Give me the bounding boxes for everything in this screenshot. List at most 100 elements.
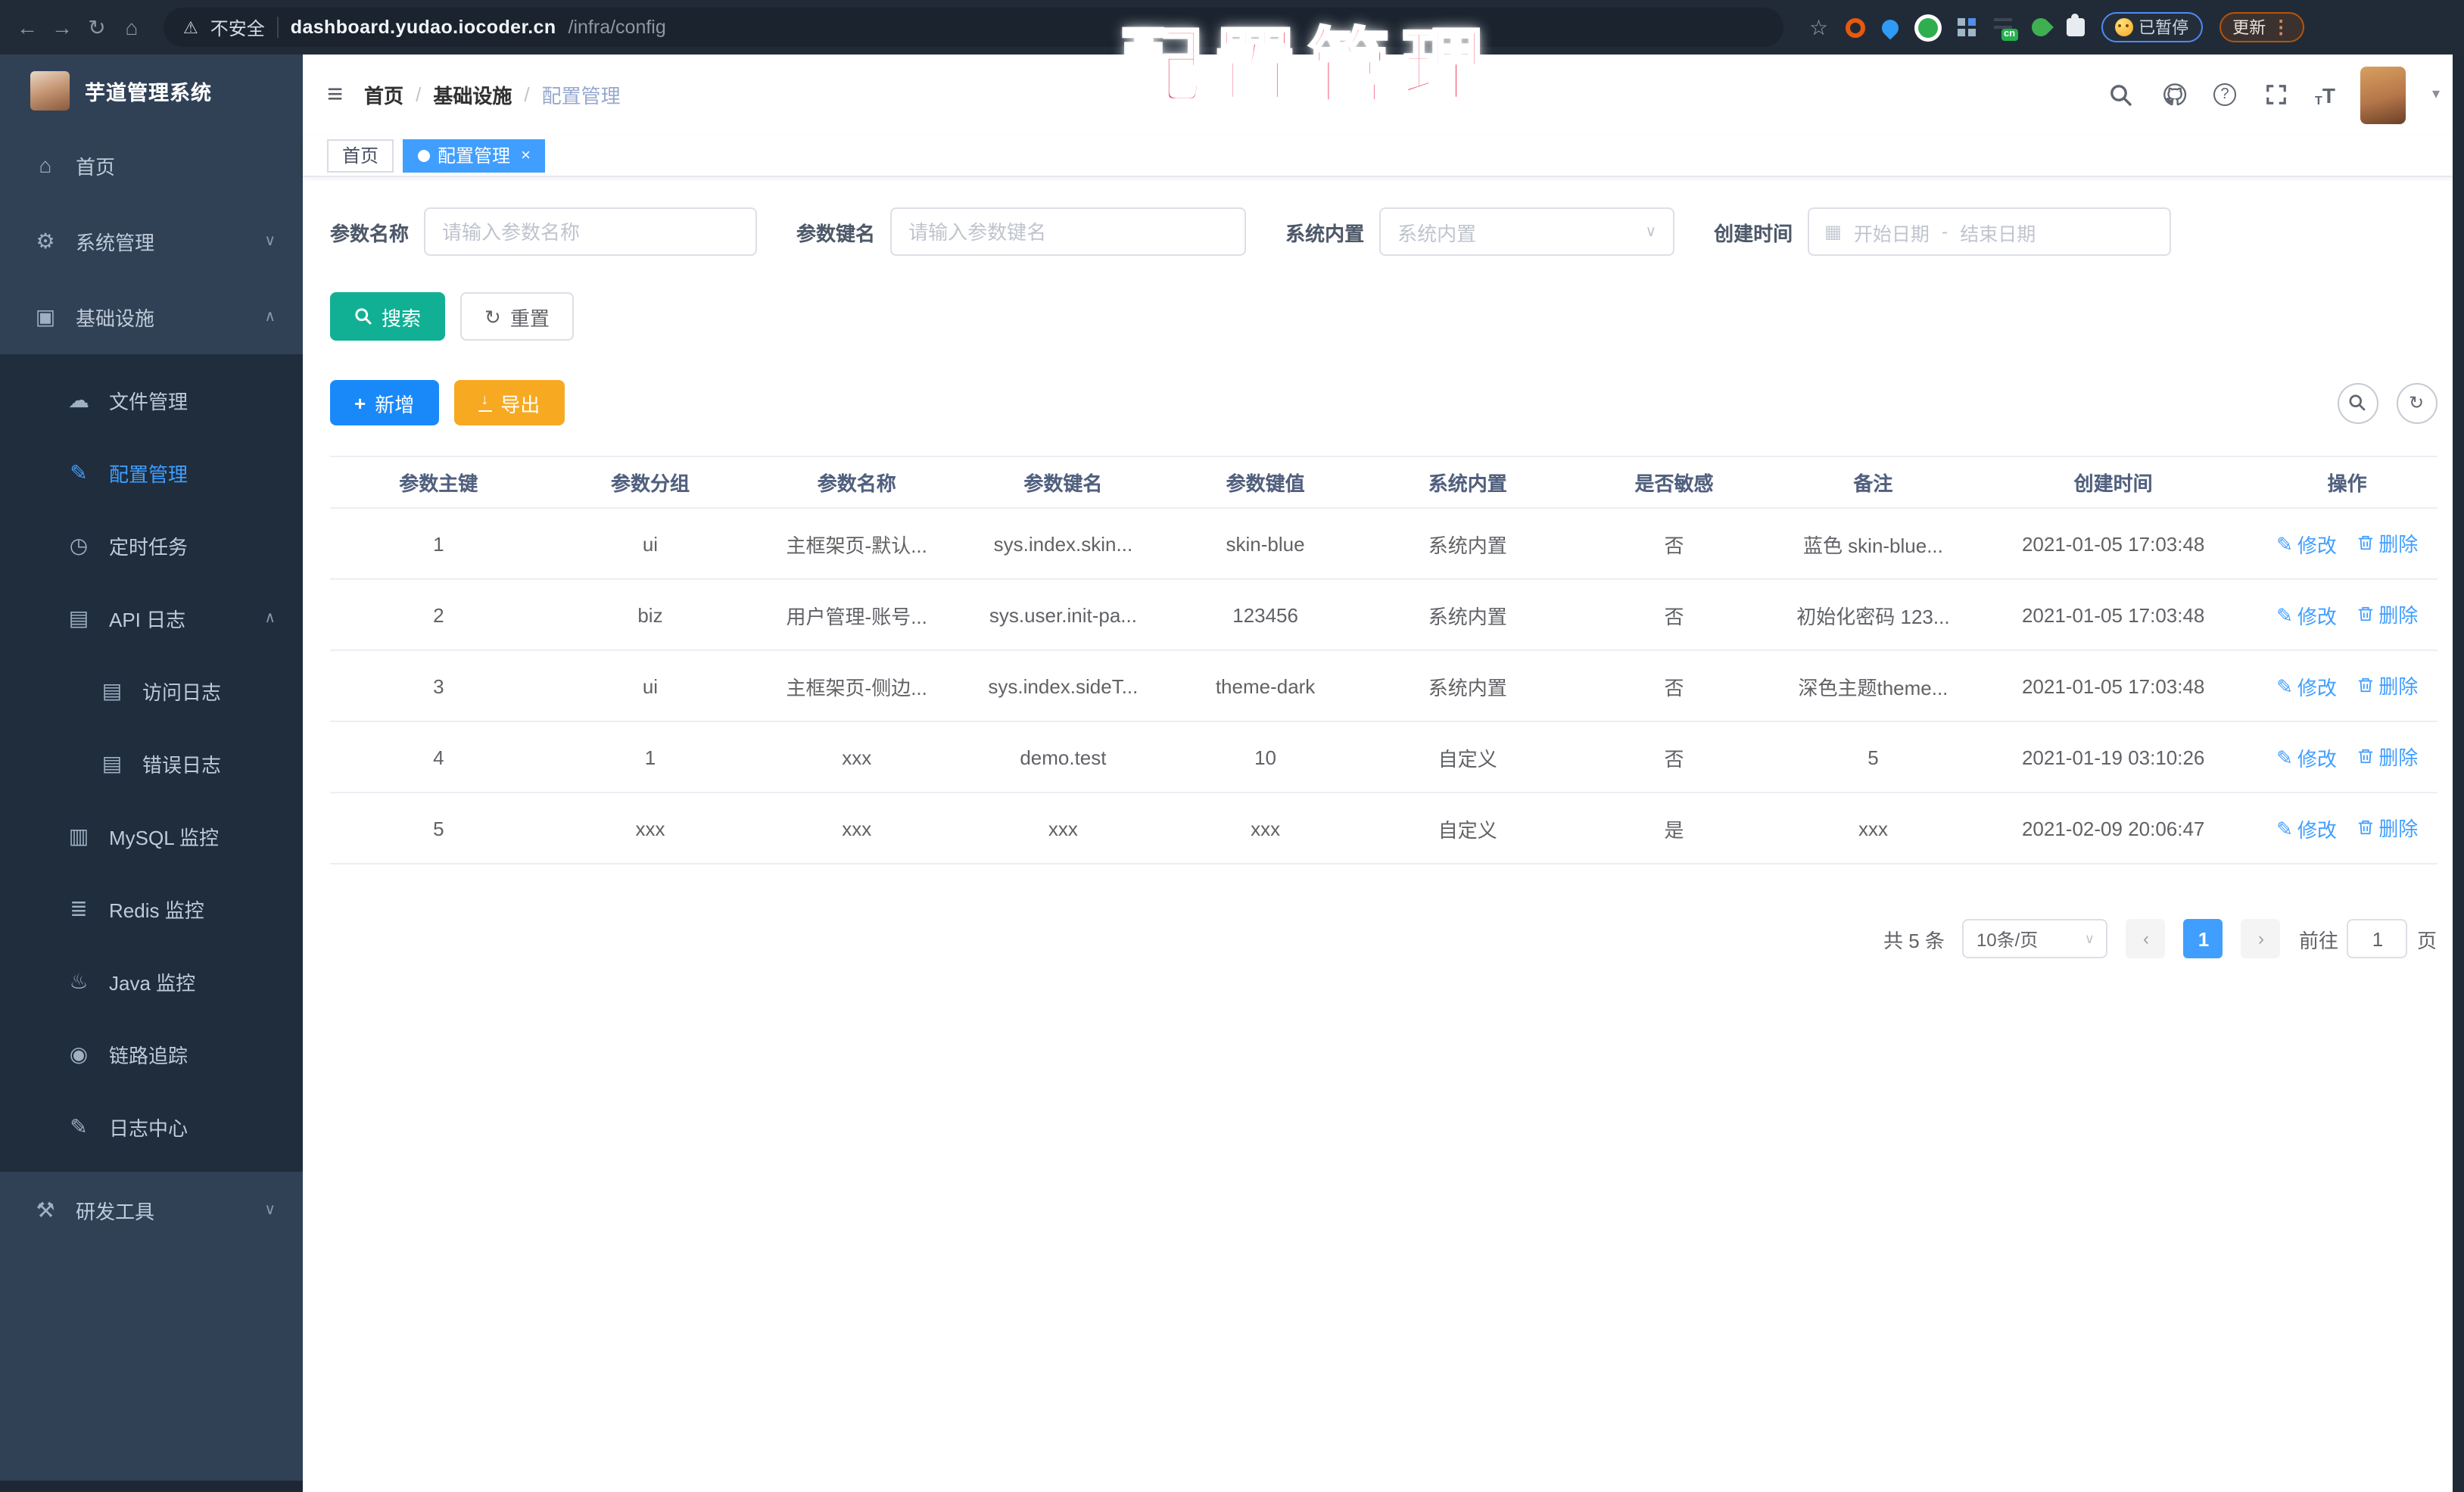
fullscreen-icon[interactable] bbox=[2262, 81, 2289, 108]
sidebar-item-label: Java 监控 bbox=[109, 971, 196, 994]
gear-icon bbox=[33, 228, 58, 254]
table-header-row: 参数主键 参数分组 参数名称 参数键名 参数键值 系统内置 是否敏感 备注 创建… bbox=[330, 456, 2437, 509]
export-button[interactable]: 导出 bbox=[453, 380, 565, 425]
col-remark: 备注 bbox=[1777, 456, 1970, 509]
next-page-button[interactable]: › bbox=[2241, 919, 2281, 958]
sidebar-item-infrastructure[interactable]: 基础设施 bbox=[0, 279, 303, 354]
browser-home-icon[interactable] bbox=[120, 15, 144, 39]
end-date-placeholder: 结束日期 bbox=[1960, 223, 2036, 245]
sidebar-item-file-manage[interactable]: 文件管理 bbox=[0, 363, 303, 436]
collapse-sidebar-icon[interactable] bbox=[327, 79, 343, 111]
home-icon bbox=[33, 153, 58, 177]
bookmark-star-icon[interactable] bbox=[1809, 14, 1828, 40]
delete-link[interactable]: 删除 bbox=[2357, 742, 2418, 771]
edit-link[interactable]: 修改 bbox=[2276, 815, 2337, 843]
avatar[interactable] bbox=[2360, 66, 2406, 123]
sidebar-item-error-log[interactable]: 错误日志 bbox=[0, 727, 303, 799]
trash-icon bbox=[2359, 749, 2373, 764]
cell-name: 主框架页-默认... bbox=[753, 508, 961, 580]
github-icon[interactable] bbox=[2160, 81, 2188, 108]
delete-link[interactable]: 删除 bbox=[2357, 671, 2418, 699]
browser-forward-icon[interactable] bbox=[50, 15, 74, 39]
delete-link[interactable]: 删除 bbox=[2357, 813, 2418, 842]
active-dot-icon bbox=[418, 149, 431, 161]
cell-id: 2 bbox=[330, 579, 547, 651]
extension-orange-icon[interactable] bbox=[1845, 17, 1865, 37]
cell-name: 用户管理-账号... bbox=[753, 579, 961, 651]
edit-link[interactable]: 修改 bbox=[2276, 743, 2337, 772]
edit-link[interactable]: 修改 bbox=[2276, 672, 2337, 701]
add-button[interactable]: 新增 bbox=[330, 380, 439, 425]
sidebar-item-log-center[interactable]: 日志中心 bbox=[0, 1090, 303, 1163]
sidebar-item-home[interactable]: 首页 bbox=[0, 127, 303, 203]
tab-home[interactable]: 首页 bbox=[327, 139, 394, 172]
help-icon[interactable] bbox=[2213, 83, 2237, 106]
close-tab-icon[interactable] bbox=[521, 146, 531, 164]
cell-name: xxx bbox=[753, 793, 961, 864]
eye-icon bbox=[67, 1041, 91, 1067]
delete-link[interactable]: 删除 bbox=[2357, 600, 2418, 628]
extension-pin-icon[interactable] bbox=[1877, 15, 1902, 39]
access-log-icon bbox=[100, 677, 124, 703]
browser-reload-icon[interactable] bbox=[85, 15, 109, 39]
sidebar-item-config-manage[interactable]: 配置管理 bbox=[0, 436, 303, 509]
sidebar-item-java-monitor[interactable]: Java 监控 bbox=[0, 945, 303, 1017]
param-name-input[interactable] bbox=[424, 207, 758, 256]
col-actions: 操作 bbox=[2257, 456, 2437, 509]
filter-name-label: 参数名称 bbox=[330, 222, 410, 245]
app-logo bbox=[30, 71, 70, 111]
cell-name: xxx bbox=[753, 721, 961, 793]
sidebar-item-scheduled-jobs[interactable]: 定时任务 bbox=[0, 509, 303, 581]
hide-search-button[interactable] bbox=[2337, 382, 2378, 423]
edit-link[interactable]: 修改 bbox=[2276, 530, 2337, 559]
browser-update-button[interactable]: 更新 ⋮ bbox=[2219, 12, 2304, 42]
avatar-caret-icon[interactable] bbox=[2432, 86, 2440, 103]
delete-link[interactable]: 删除 bbox=[2357, 528, 2418, 557]
breadcrumb-infrastructure[interactable]: 基础设施 bbox=[433, 80, 512, 109]
refresh-table-button[interactable] bbox=[2396, 382, 2437, 423]
filter-name-field: 参数名称 bbox=[330, 207, 758, 256]
page-number-current[interactable]: 1 bbox=[2183, 919, 2223, 958]
page-size-value: 10条/页 bbox=[1976, 929, 2039, 950]
cell-sensitive: 是 bbox=[1571, 793, 1777, 864]
sidebar-item-api-log[interactable]: API 日志 bbox=[0, 581, 303, 654]
date-range-picker[interactable]: 开始日期 - 结束日期 bbox=[1808, 207, 2172, 256]
sidebar-item-redis-monitor[interactable]: Redis 监控 bbox=[0, 872, 303, 945]
tab-config-manage[interactable]: 配置管理 bbox=[403, 139, 546, 172]
timer-icon bbox=[67, 532, 91, 558]
extension-green-icon[interactable] bbox=[1917, 17, 1938, 37]
sidebar-item-access-log[interactable]: 访问日志 bbox=[0, 654, 303, 727]
breadcrumb-home[interactable]: 首页 bbox=[364, 80, 403, 109]
reset-button[interactable]: 重置 bbox=[460, 292, 574, 341]
builtin-select[interactable]: 系统内置 bbox=[1379, 207, 1675, 256]
sidebar-item-mysql-monitor[interactable]: MySQL 监控 bbox=[0, 799, 303, 872]
cell-group: ui bbox=[547, 650, 754, 722]
edit-link[interactable]: 修改 bbox=[2276, 601, 2337, 630]
extensions-puzzle-icon[interactable] bbox=[2066, 14, 2085, 36]
search-button[interactable]: 搜索 bbox=[330, 292, 446, 341]
col-sensitive: 是否敏感 bbox=[1571, 456, 1777, 509]
paused-extension-badge[interactable]: 已暂停 bbox=[2101, 12, 2203, 42]
cell-actions: 修改 删除 bbox=[2257, 793, 2437, 864]
cell-actions: 修改 删除 bbox=[2257, 508, 2437, 580]
kebab-menu-icon[interactable]: ⋮ bbox=[2272, 17, 2290, 38]
cell-group: 1 bbox=[547, 721, 754, 793]
extension-grid-icon[interactable] bbox=[1957, 18, 1976, 36]
browser-back-icon[interactable] bbox=[15, 15, 39, 39]
start-date-placeholder: 开始日期 bbox=[1853, 223, 1930, 245]
param-key-input[interactable] bbox=[890, 207, 1247, 256]
extension-cn-icon[interactable]: cn bbox=[1992, 17, 2018, 41]
font-size-icon[interactable] bbox=[2315, 83, 2335, 107]
goto-page-input[interactable] bbox=[2347, 919, 2408, 958]
sidebar-logo-row[interactable]: 芋道管理系统 bbox=[0, 55, 303, 127]
col-builtin: 系统内置 bbox=[1364, 456, 1572, 509]
breadcrumb-separator: / bbox=[524, 83, 530, 106]
address-bar[interactable]: 不安全 dashboard.yudao.iocoder.cn/infra/con… bbox=[164, 8, 1783, 47]
prev-page-button[interactable]: ‹ bbox=[2126, 919, 2166, 958]
extension-leaf-icon[interactable] bbox=[2027, 14, 2054, 40]
sidebar-item-system-manage[interactable]: 系统管理 bbox=[0, 203, 303, 279]
sidebar-item-trace[interactable]: 链路追踪 bbox=[0, 1017, 303, 1090]
sidebar-item-devtools[interactable]: 研发工具 bbox=[0, 1172, 303, 1247]
search-icon[interactable] bbox=[2107, 81, 2135, 108]
page-size-select[interactable]: 10条/页 bbox=[1962, 919, 2108, 958]
